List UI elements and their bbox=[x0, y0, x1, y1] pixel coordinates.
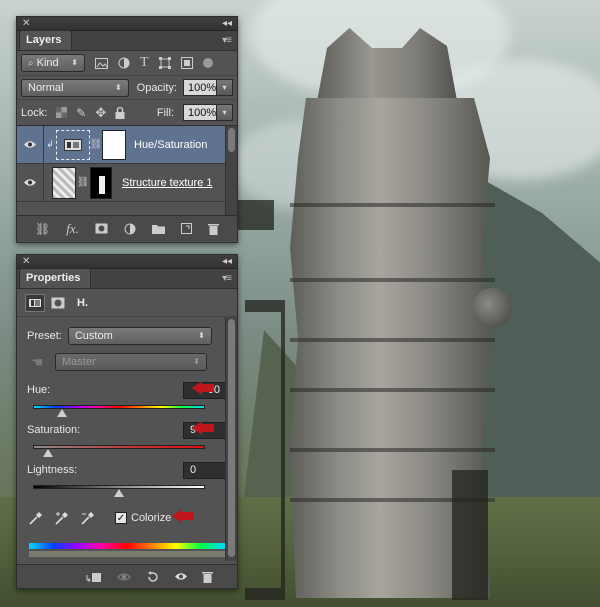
filter-pixel-icon[interactable] bbox=[95, 57, 108, 69]
chevron-updown-icon: ⬍ bbox=[71, 58, 78, 67]
layers-panel: ✕ ◂◂ Layers ▾≡ ⌕ Kind ⬍ T Normal ⬍ Opaci… bbox=[16, 16, 238, 243]
annotation-arrow bbox=[192, 381, 214, 395]
link-icon[interactable]: ⛓ bbox=[76, 177, 90, 188]
scaffold bbox=[452, 470, 488, 600]
eyedropper-minus-icon[interactable] bbox=[81, 511, 95, 525]
channel-dropdown[interactable]: Master ⬍ bbox=[55, 353, 207, 371]
adjustment-thumbnail bbox=[56, 129, 90, 160]
fill-dropdown-button[interactable]: ▾ bbox=[217, 104, 233, 121]
new-group-icon[interactable] bbox=[151, 224, 165, 234]
result-spectrum-bar bbox=[29, 551, 225, 557]
chevron-updown-icon: ⬍ bbox=[198, 331, 205, 340]
lightness-field[interactable]: 0 bbox=[183, 461, 227, 479]
close-icon[interactable]: ✕ bbox=[22, 18, 30, 29]
layer-name: Structure texture 1 bbox=[122, 176, 213, 189]
lock-position-icon[interactable]: ✥ bbox=[95, 105, 106, 121]
layers-scrollbar[interactable] bbox=[225, 126, 237, 215]
link-layers-icon[interactable]: ⛓ bbox=[35, 222, 50, 236]
fill-field[interactable]: 100% bbox=[183, 104, 217, 121]
panel-menu-icon[interactable]: ▾≡ bbox=[222, 273, 232, 284]
preset-dropdown[interactable]: Custom ⬍ bbox=[67, 327, 212, 345]
layer-mask-thumbnail bbox=[102, 129, 126, 160]
link-icon[interactable]: ⛓ bbox=[90, 139, 103, 150]
fill-label: Fill: bbox=[156, 106, 174, 119]
adjustment-icon[interactable] bbox=[25, 293, 45, 312]
layer-thumbnail bbox=[52, 166, 76, 199]
filter-smart-object-icon[interactable] bbox=[180, 57, 193, 69]
filter-kind-dropdown[interactable]: ⌕ Kind ⬍ bbox=[21, 54, 85, 72]
blend-mode-dropdown[interactable]: Normal ⬍ bbox=[21, 78, 129, 97]
opacity-label: Opacity: bbox=[136, 81, 177, 94]
trash-icon[interactable] bbox=[207, 223, 219, 235]
layer-mask-thumbnail bbox=[90, 166, 112, 199]
hovering-craft bbox=[238, 200, 274, 230]
lock-all-icon[interactable] bbox=[115, 106, 125, 119]
properties-scrollbar[interactable] bbox=[225, 317, 237, 561]
lock-transparent-icon[interactable] bbox=[56, 107, 68, 118]
chevron-updown-icon: ⬍ bbox=[193, 357, 200, 366]
fx-icon[interactable]: fx. bbox=[66, 221, 79, 237]
add-mask-icon[interactable] bbox=[95, 223, 108, 234]
targeted-adjustment-hand-icon[interactable]: ☚ bbox=[27, 354, 47, 371]
panel-menu-icon[interactable]: ▾≡ bbox=[222, 35, 232, 46]
layer-list: ↲ ⛓ Hue/Saturation ⛓ Structure texture 1 bbox=[17, 125, 237, 215]
layer-name: Hue/Saturation bbox=[134, 138, 208, 151]
chevron-updown-icon: ⬍ bbox=[114, 82, 122, 92]
view-previous-state-icon[interactable] bbox=[116, 571, 132, 583]
hue-label: Hue: bbox=[27, 384, 51, 396]
opacity-dropdown-button[interactable]: ▾ bbox=[217, 79, 233, 96]
layer-row[interactable]: ↲ ⛓ Hue/Saturation bbox=[17, 126, 237, 164]
colorize-checkbox[interactable]: ✓ bbox=[115, 512, 127, 524]
satellite-dish bbox=[472, 288, 512, 328]
header-label: H. bbox=[77, 296, 88, 309]
tab-properties[interactable]: Properties bbox=[19, 268, 92, 288]
collapse-icon[interactable]: ◂◂ bbox=[222, 18, 232, 29]
visibility-eye-icon[interactable] bbox=[174, 572, 188, 581]
clip-arrow-icon: ↲ bbox=[46, 139, 54, 149]
lock-label: Lock: bbox=[21, 106, 48, 119]
hue-slider-thumb[interactable] bbox=[56, 409, 67, 417]
layer-row[interactable]: ⛓ Structure texture 1 bbox=[17, 163, 237, 202]
eye-icon[interactable] bbox=[17, 140, 43, 149]
eyedropper-icon[interactable] bbox=[29, 511, 43, 525]
colorize-label: Colorize bbox=[131, 512, 172, 524]
saturation-label: Saturation: bbox=[27, 424, 81, 436]
annotation-arrow bbox=[192, 421, 214, 435]
hue-spectrum-bar bbox=[29, 543, 225, 549]
lightness-slider-thumb[interactable] bbox=[114, 489, 124, 497]
trash-icon[interactable] bbox=[202, 571, 213, 583]
search-icon: ⌕ bbox=[28, 57, 34, 69]
eye-icon[interactable] bbox=[17, 178, 43, 187]
saturation-slider-track[interactable] bbox=[33, 445, 205, 449]
mask-icon[interactable] bbox=[49, 294, 67, 312]
opacity-field[interactable]: 100% bbox=[183, 79, 217, 96]
saturation-slider-thumb[interactable] bbox=[43, 449, 54, 457]
close-icon[interactable]: ✕ bbox=[22, 256, 30, 267]
lightness-label: Lightness: bbox=[27, 464, 78, 476]
lock-image-icon[interactable]: ✎ bbox=[76, 106, 86, 120]
clip-to-layer-icon[interactable] bbox=[86, 571, 102, 583]
new-layer-icon[interactable] bbox=[180, 223, 192, 234]
tab-layers[interactable]: Layers bbox=[19, 30, 73, 50]
eyedropper-plus-icon[interactable] bbox=[55, 511, 69, 525]
filter-adjustment-icon[interactable] bbox=[118, 57, 130, 69]
filter-type-icon[interactable]: T bbox=[140, 55, 149, 71]
filter-shape-icon[interactable] bbox=[158, 57, 171, 69]
preset-label: Preset: bbox=[27, 330, 62, 342]
filter-toggle-icon[interactable] bbox=[202, 58, 213, 68]
annotation-arrow bbox=[172, 509, 194, 523]
reset-icon[interactable] bbox=[146, 570, 160, 583]
adjustment-layer-icon[interactable] bbox=[124, 223, 136, 235]
collapse-icon[interactable]: ◂◂ bbox=[222, 256, 232, 267]
